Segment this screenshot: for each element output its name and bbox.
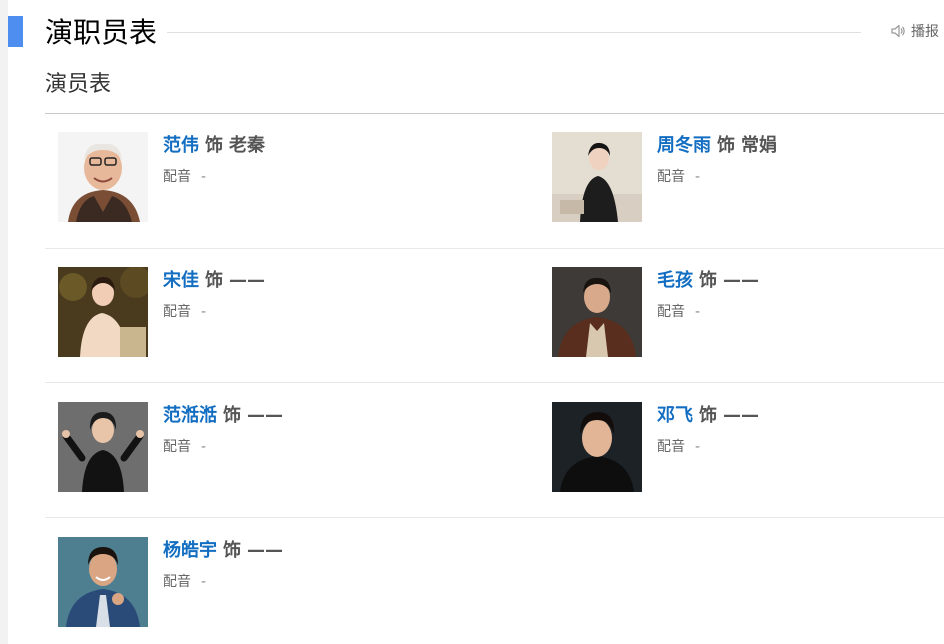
as-label: 饰 bbox=[699, 270, 717, 291]
role-name: —— bbox=[723, 270, 759, 291]
actor-name-link[interactable]: 杨皓宇 bbox=[163, 540, 217, 561]
role-name: 常娟 bbox=[741, 135, 777, 156]
cast-name-line: 范湉湉饰 —— bbox=[163, 403, 283, 429]
play-label: 播报 bbox=[911, 24, 939, 40]
actor-name-link[interactable]: 周冬雨 bbox=[657, 135, 711, 156]
as-label: 饰 bbox=[205, 135, 223, 156]
role-name: —— bbox=[229, 270, 265, 291]
cast-name-line: 周冬雨饰常娟 bbox=[657, 133, 777, 159]
as-label: 饰 bbox=[223, 540, 241, 561]
subtitle-divider bbox=[45, 113, 944, 114]
voice-value: - bbox=[695, 169, 701, 185]
voice-line: 配音 - bbox=[657, 437, 700, 457]
voice-label: 配音 bbox=[163, 574, 191, 590]
actor-name-link[interactable]: 范湉湉 bbox=[163, 405, 217, 426]
voice-value: - bbox=[201, 439, 207, 455]
as-label: 饰 bbox=[205, 270, 223, 291]
row-divider bbox=[45, 248, 944, 249]
voice-line: 配音 - bbox=[163, 302, 206, 322]
cast-item: 宋佳饰 —— 配音 - bbox=[58, 267, 418, 367]
cast-item: 范湉湉饰 —— 配音 - bbox=[58, 402, 418, 502]
voice-line: 配音 - bbox=[657, 302, 700, 322]
cast-item: 范伟饰老秦 配音 - bbox=[58, 132, 418, 232]
voice-value: - bbox=[695, 439, 701, 455]
voice-value: - bbox=[201, 169, 207, 185]
actor-photo[interactable] bbox=[58, 267, 148, 357]
title-divider bbox=[167, 32, 861, 33]
role-name: 老秦 bbox=[229, 135, 265, 156]
cast-item: 杨皓宇饰 —— 配音 - bbox=[58, 537, 418, 637]
voice-label: 配音 bbox=[163, 169, 191, 185]
as-label: 饰 bbox=[223, 405, 241, 426]
voice-line: 配音 - bbox=[163, 437, 206, 457]
actor-photo[interactable] bbox=[58, 132, 148, 222]
actor-photo[interactable] bbox=[58, 402, 148, 492]
voice-line: 配音 - bbox=[163, 167, 206, 187]
as-label: 饰 bbox=[717, 135, 735, 156]
cast-name-line: 范伟饰老秦 bbox=[163, 133, 265, 159]
role-name: —— bbox=[247, 405, 283, 426]
voice-label: 配音 bbox=[163, 439, 191, 455]
row-divider bbox=[45, 517, 944, 518]
cast-item: 周冬雨饰常娟 配音 - bbox=[552, 132, 912, 232]
actor-photo[interactable] bbox=[58, 537, 148, 627]
actor-name-link[interactable]: 范伟 bbox=[163, 135, 199, 156]
actor-name-link[interactable]: 邓飞 bbox=[657, 405, 693, 426]
as-label: 饰 bbox=[699, 405, 717, 426]
section-accent-bar bbox=[8, 16, 23, 47]
voice-value: - bbox=[201, 574, 207, 590]
speaker-icon bbox=[891, 24, 905, 38]
cast-item: 邓飞饰 —— 配音 - bbox=[552, 402, 912, 502]
actor-photo[interactable] bbox=[552, 267, 642, 357]
actor-photo[interactable] bbox=[552, 132, 642, 222]
cast-name-line: 宋佳饰 —— bbox=[163, 268, 265, 294]
actor-photo[interactable] bbox=[552, 402, 642, 492]
role-name: —— bbox=[723, 405, 759, 426]
voice-value: - bbox=[201, 304, 207, 320]
play-audio-button[interactable]: 播报 bbox=[890, 22, 939, 42]
voice-line: 配音 - bbox=[163, 572, 206, 592]
cast-item: 毛孩饰 —— 配音 - bbox=[552, 267, 912, 367]
voice-label: 配音 bbox=[657, 169, 685, 185]
voice-label: 配音 bbox=[163, 304, 191, 320]
cast-name-line: 杨皓宇饰 —— bbox=[163, 538, 283, 564]
actor-name-link[interactable]: 宋佳 bbox=[163, 270, 199, 291]
voice-line: 配音 - bbox=[657, 167, 700, 187]
voice-value: - bbox=[695, 304, 701, 320]
role-name: —— bbox=[247, 540, 283, 561]
cast-subtitle: 演员表 bbox=[45, 72, 112, 97]
section-title: 演职员表 bbox=[45, 16, 158, 49]
voice-label: 配音 bbox=[657, 439, 685, 455]
left-rail bbox=[0, 0, 8, 644]
cast-name-line: 毛孩饰 —— bbox=[657, 268, 759, 294]
row-divider bbox=[45, 382, 944, 383]
actor-name-link[interactable]: 毛孩 bbox=[657, 270, 693, 291]
voice-label: 配音 bbox=[657, 304, 685, 320]
cast-name-line: 邓飞饰 —— bbox=[657, 403, 759, 429]
